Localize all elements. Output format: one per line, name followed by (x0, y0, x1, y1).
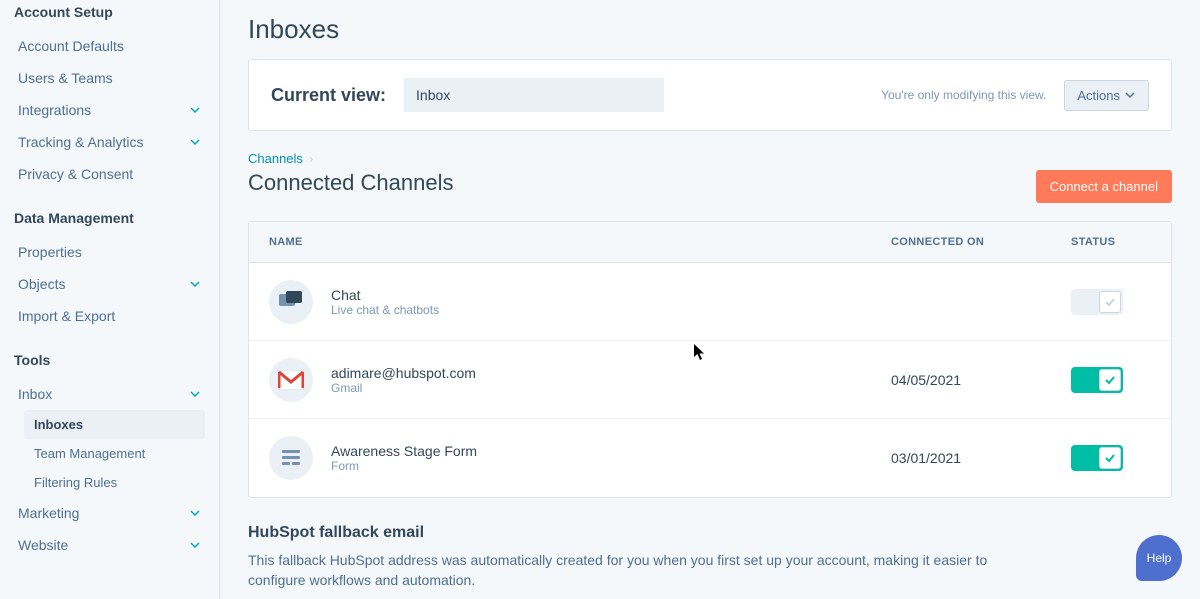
channel-name: Awareness Stage Form (331, 443, 477, 459)
sidebar-sub-item[interactable]: Team Management (24, 439, 205, 468)
connected-on (871, 288, 1051, 316)
connect-channel-button[interactable]: Connect a channel (1036, 170, 1172, 203)
table-body: ChatLive chat & chatbotsadimare@hubspot.… (249, 263, 1171, 497)
connected-on: 04/05/2021 (871, 358, 1051, 402)
fallback-description: This fallback HubSpot address was automa… (248, 550, 1008, 591)
sidebar-sub-item[interactable]: Filtering Rules (24, 468, 205, 497)
page-title: Inboxes (248, 14, 1172, 45)
sidebar-item[interactable]: Inbox (14, 378, 205, 410)
channel-subtitle: Gmail (331, 381, 476, 395)
check-icon (1104, 374, 1116, 386)
chevron-down-icon (189, 104, 201, 116)
sidebar-item-label: Privacy & Consent (18, 166, 133, 182)
caret-down-icon (1124, 89, 1136, 101)
sidebar-item-label: Objects (18, 276, 65, 292)
sidebar-item-label: Website (18, 537, 68, 553)
fallback-title: HubSpot fallback email (248, 524, 1172, 542)
chevron-down-icon (189, 278, 201, 290)
sidebar-section-title: Data Management (14, 210, 205, 226)
sidebar-item[interactable]: Objects (14, 268, 205, 300)
sidebar-item[interactable]: Website (14, 529, 205, 561)
sidebar-item[interactable]: Marketing (14, 497, 205, 529)
status-toggle[interactable] (1071, 445, 1123, 471)
chat-icon (269, 280, 313, 324)
sidebar-section-title: Account Setup (14, 4, 205, 20)
sidebar-item-label: Integrations (18, 102, 91, 118)
chevron-down-icon (189, 539, 201, 551)
sidebar-item[interactable]: Tracking & Analytics (14, 126, 205, 158)
help-button[interactable]: Help (1136, 535, 1182, 581)
current-view-label: Current view: (271, 85, 386, 106)
toggle-knob (1099, 447, 1121, 469)
table-row[interactable]: ChatLive chat & chatbots (249, 263, 1171, 341)
form-icon (269, 436, 313, 480)
col-connected-header: CONNECTED ON (871, 222, 1051, 262)
sidebar-section-title: Tools (14, 352, 205, 368)
current-view-panel: Current view: Inbox You're only modifyin… (248, 59, 1172, 131)
channel-name: Chat (331, 287, 439, 303)
toggle-knob (1099, 291, 1121, 313)
sidebar-item-label: Marketing (18, 505, 79, 521)
current-view-hint: You're only modifying this view. (881, 88, 1046, 102)
settings-sidebar: Account Setup Account Defaults Users & Tea… (0, 0, 220, 599)
table-header: NAME CONNECTED ON STATUS (249, 222, 1171, 263)
fallback-section: HubSpot fallback email This fallback Hub… (248, 524, 1172, 591)
chevron-down-icon (189, 136, 201, 148)
main-content: Inboxes Current view: Inbox You're only … (220, 0, 1200, 599)
col-status-header: STATUS (1051, 222, 1171, 262)
col-name-header: NAME (249, 222, 871, 262)
status-toggle[interactable] (1071, 367, 1123, 393)
sidebar-item[interactable]: Import & Export (14, 300, 205, 332)
check-icon (1104, 452, 1116, 464)
sidebar-item-label: Tracking & Analytics (18, 134, 144, 150)
gmail-icon (269, 358, 313, 402)
channel-name: adimare@hubspot.com (331, 365, 476, 381)
sidebar-sub-item[interactable]: Inboxes (24, 410, 205, 439)
section-title: Connected Channels (248, 170, 453, 196)
check-icon (1104, 296, 1116, 308)
sidebar-item[interactable]: Properties (14, 236, 205, 268)
actions-label: Actions (1077, 88, 1120, 103)
sidebar-item-label: Properties (18, 244, 82, 260)
channels-table: NAME CONNECTED ON STATUS ChatLive chat &… (248, 221, 1172, 498)
current-view-select[interactable]: Inbox (404, 78, 664, 112)
table-row[interactable]: Awareness Stage FormForm 03/01/2021 (249, 419, 1171, 497)
sidebar-item[interactable]: Users & Teams (14, 62, 205, 94)
connected-on: 03/01/2021 (871, 436, 1051, 480)
breadcrumb: Channels › (248, 151, 1172, 166)
sidebar-item[interactable]: Integrations (14, 94, 205, 126)
chevron-down-icon (189, 388, 201, 400)
status-toggle[interactable] (1071, 289, 1123, 315)
channel-subtitle: Live chat & chatbots (331, 303, 439, 317)
breadcrumb-separator-icon: › (309, 151, 313, 166)
sidebar-item-label: Import & Export (18, 308, 115, 324)
actions-dropdown[interactable]: Actions (1064, 80, 1149, 111)
chevron-down-icon (189, 507, 201, 519)
toggle-knob (1099, 369, 1121, 391)
breadcrumb-channels[interactable]: Channels (248, 151, 303, 166)
sidebar-item-label: Users & Teams (18, 70, 113, 86)
sidebar-item-label: Inbox (18, 386, 52, 402)
sidebar-item[interactable]: Privacy & Consent (14, 158, 205, 190)
sidebar-item[interactable]: Account Defaults (14, 30, 205, 62)
channel-subtitle: Form (331, 459, 477, 473)
sidebar-item-label: Account Defaults (18, 38, 124, 54)
table-row[interactable]: adimare@hubspot.comGmail 04/05/2021 (249, 341, 1171, 419)
